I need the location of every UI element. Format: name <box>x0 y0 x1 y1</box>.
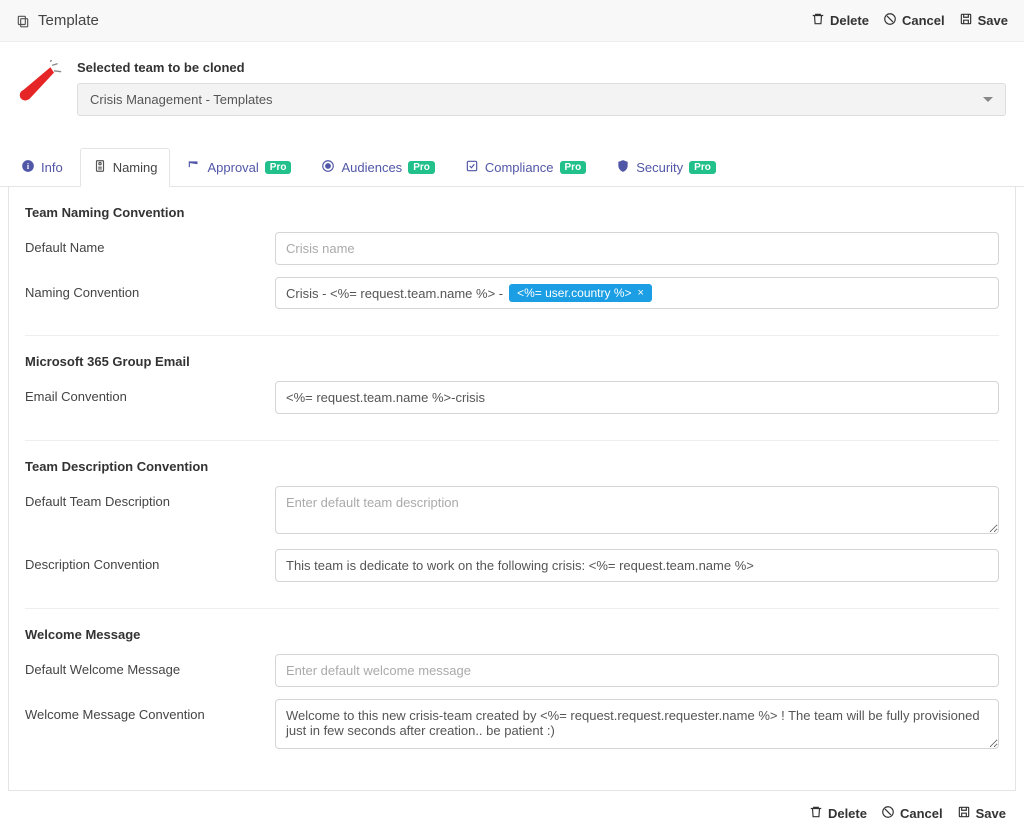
close-icon[interactable]: × <box>638 287 644 299</box>
tab-security[interactable]: Security Pro <box>603 148 729 187</box>
cancel-label: Cancel <box>900 806 943 821</box>
section-title: Microsoft 365 Group Email <box>25 354 999 369</box>
save-button[interactable]: Save <box>959 12 1008 29</box>
tab-approval[interactable]: Approval Pro <box>174 148 304 187</box>
team-select-section: Selected team to be cloned Crisis Manage… <box>0 42 1024 126</box>
tab-naming-label: Naming <box>113 160 158 175</box>
page-header: Template Delete Cancel Save <box>0 0 1024 42</box>
delete-label: Delete <box>828 806 867 821</box>
pro-badge: Pro <box>560 161 587 174</box>
naming-icon <box>93 159 107 176</box>
chevron-down-icon <box>983 97 993 102</box>
convention-token-chip[interactable]: <%= user.country %> × <box>509 284 652 302</box>
row-naming-convention: Naming Convention Crisis - <%= request.t… <box>25 277 999 309</box>
approval-icon <box>187 159 201 176</box>
token-text: <%= user.country %> <box>517 286 631 300</box>
cancel-button[interactable]: Cancel <box>883 12 945 29</box>
delete-button[interactable]: Delete <box>809 805 867 822</box>
team-select-value: Crisis Management - Templates <box>90 92 273 107</box>
description-convention-input[interactable] <box>275 549 999 582</box>
tab-info-label: Info <box>41 160 63 175</box>
default-name-label: Default Name <box>25 232 265 255</box>
default-description-label: Default Team Description <box>25 486 265 509</box>
naming-convention-input[interactable]: Crisis - <%= request.team.name %> - <%= … <box>275 277 999 309</box>
save-icon <box>957 805 971 822</box>
section-title: Team Description Convention <box>25 459 999 474</box>
tab-audiences[interactable]: Audiences Pro <box>308 148 447 187</box>
section-team-naming: Team Naming Convention Default Name Nami… <box>25 205 999 336</box>
section-title: Team Naming Convention <box>25 205 999 220</box>
default-welcome-input[interactable] <box>275 654 999 687</box>
save-icon <box>959 12 973 29</box>
team-select-dropdown[interactable]: Crisis Management - Templates <box>77 83 1006 116</box>
section-group-email: Microsoft 365 Group Email Email Conventi… <box>25 354 999 441</box>
footer-actions: Delete Cancel Save <box>0 791 1024 836</box>
tab-audiences-label: Audiences <box>341 160 402 175</box>
compliance-icon <box>465 159 479 176</box>
team-select-label: Selected team to be cloned <box>77 60 1006 75</box>
default-description-input[interactable] <box>275 486 999 534</box>
convention-prefix: Crisis - <%= request.team.name %> - <box>286 286 503 301</box>
page-title: Template <box>16 12 99 29</box>
tabs: i Info Naming Approval Pro Audiences Pro… <box>0 148 1024 187</box>
naming-convention-label: Naming Convention <box>25 277 265 300</box>
save-label: Save <box>976 806 1006 821</box>
description-convention-label: Description Convention <box>25 549 265 572</box>
cancel-button[interactable]: Cancel <box>881 805 943 822</box>
row-default-description: Default Team Description <box>25 486 999 537</box>
tab-info[interactable]: i Info <box>8 148 76 187</box>
default-name-input[interactable] <box>275 232 999 265</box>
template-icon <box>16 14 30 28</box>
row-email-convention: Email Convention <box>25 381 999 414</box>
shield-icon <box>616 159 630 176</box>
cancel-label: Cancel <box>902 13 945 28</box>
delete-label: Delete <box>830 13 869 28</box>
cancel-icon <box>883 12 897 29</box>
email-convention-label: Email Convention <box>25 381 265 404</box>
cancel-icon <box>881 805 895 822</box>
tab-compliance-label: Compliance <box>485 160 554 175</box>
tab-approval-label: Approval <box>207 160 258 175</box>
row-welcome-convention: Welcome Message Convention <box>25 699 999 752</box>
section-title: Welcome Message <box>25 627 999 642</box>
row-default-name: Default Name <box>25 232 999 265</box>
row-default-welcome: Default Welcome Message <box>25 654 999 687</box>
welcome-convention-label: Welcome Message Convention <box>25 699 265 722</box>
save-label: Save <box>978 13 1008 28</box>
delete-button[interactable]: Delete <box>811 12 869 29</box>
save-button[interactable]: Save <box>957 805 1006 822</box>
welcome-convention-input[interactable] <box>275 699 999 749</box>
naming-panel: Team Naming Convention Default Name Nami… <box>8 187 1016 791</box>
tab-naming[interactable]: Naming <box>80 148 171 187</box>
default-welcome-label: Default Welcome Message <box>25 654 265 677</box>
pro-badge: Pro <box>265 161 292 174</box>
tab-compliance[interactable]: Compliance Pro <box>452 148 599 187</box>
header-actions: Delete Cancel Save <box>811 12 1008 29</box>
team-select-body: Selected team to be cloned Crisis Manage… <box>77 60 1006 116</box>
row-description-convention: Description Convention <box>25 549 999 582</box>
section-welcome: Welcome Message Default Welcome Message … <box>25 627 999 778</box>
trash-icon <box>809 805 823 822</box>
info-icon: i <box>21 159 35 176</box>
pro-badge: Pro <box>689 161 716 174</box>
pro-badge: Pro <box>408 161 435 174</box>
page-title-text: Template <box>38 12 99 29</box>
megaphone-icon <box>18 60 63 105</box>
section-team-description: Team Description Convention Default Team… <box>25 459 999 609</box>
tab-security-label: Security <box>636 160 683 175</box>
audiences-icon <box>321 159 335 176</box>
email-convention-input[interactable] <box>275 381 999 414</box>
trash-icon <box>811 12 825 29</box>
